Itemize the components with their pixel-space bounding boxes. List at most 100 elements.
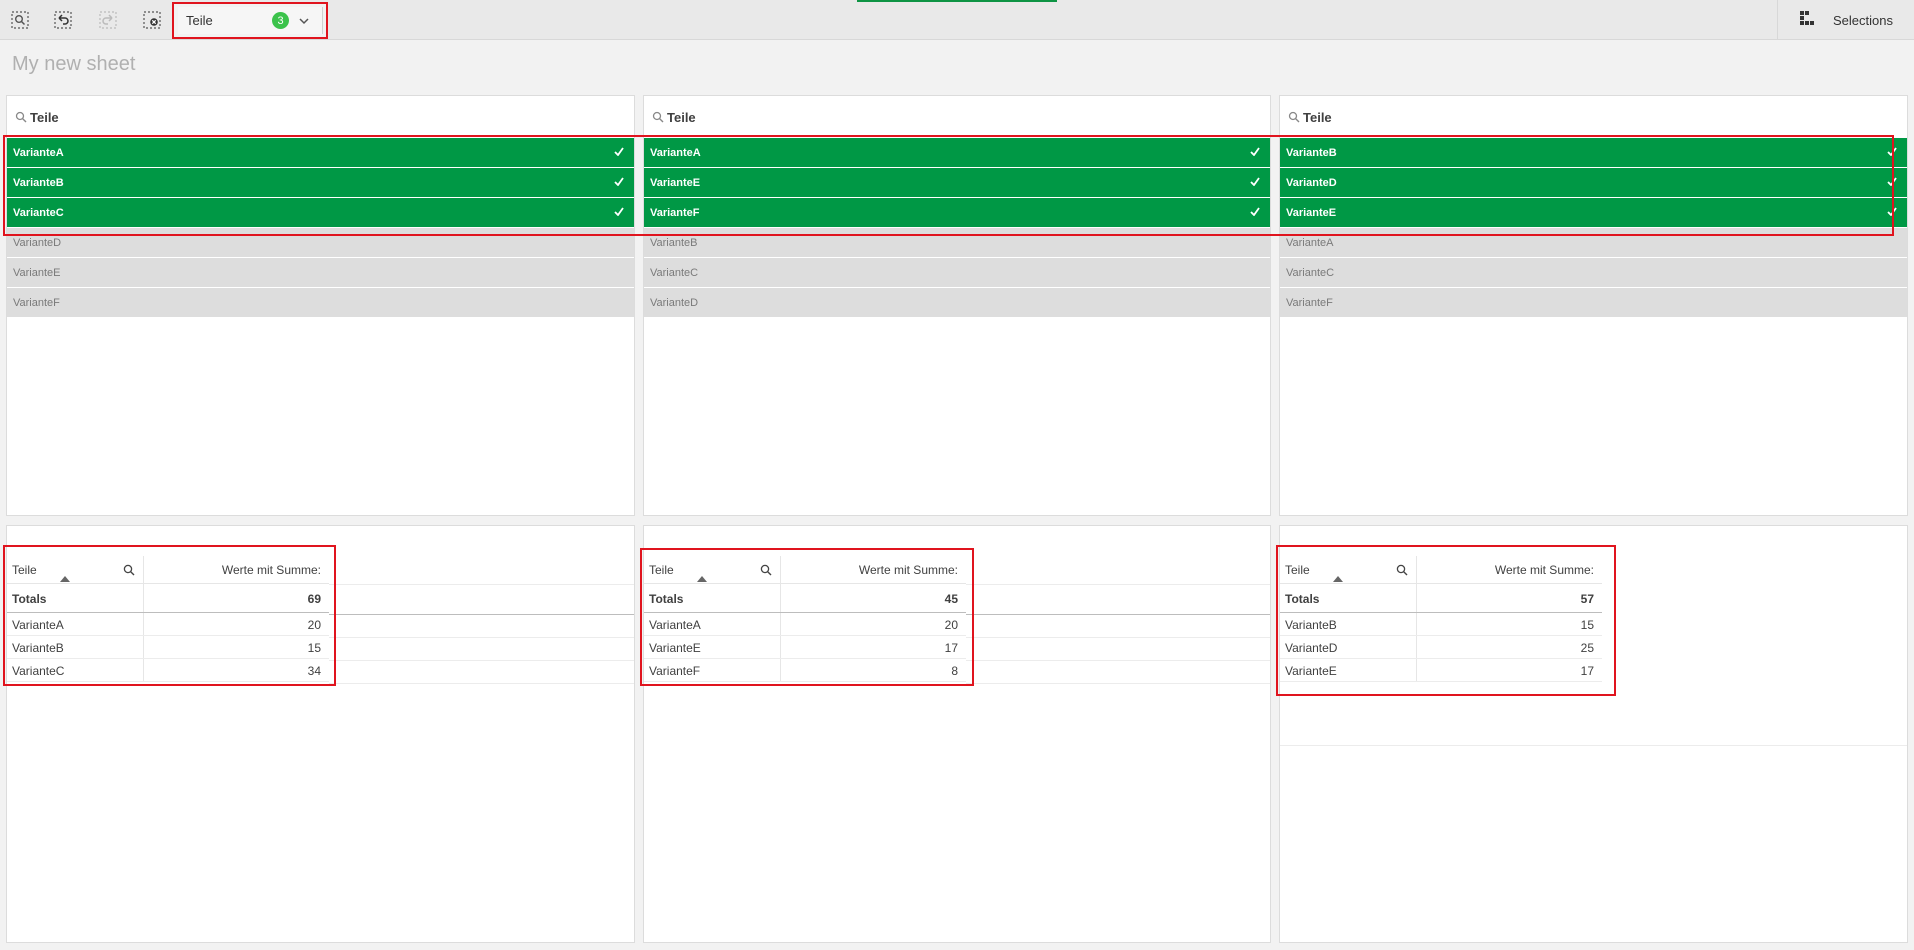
- step-forward-button[interactable]: [96, 8, 120, 32]
- table-row[interactable]: VarianteC 34: [7, 659, 329, 682]
- totals-label: Totals: [12, 592, 47, 606]
- list-item-excluded[interactable]: VarianteF: [1280, 288, 1907, 317]
- row-measure-cell: 25: [1580, 641, 1594, 655]
- list-item-excluded[interactable]: VarianteD: [7, 228, 634, 257]
- checkmark-icon: [1250, 207, 1260, 216]
- smart-search-icon: [11, 11, 29, 29]
- list-item-selected[interactable]: VarianteE: [1280, 198, 1907, 227]
- measure-header[interactable]: Werte mit Summe:: [859, 563, 958, 577]
- list-item-excluded[interactable]: VarianteC: [644, 258, 1270, 287]
- table-row[interactable]: VarianteE 17: [1280, 659, 1602, 682]
- totals-value: 45: [944, 592, 958, 606]
- selection-count-badge: 3: [272, 12, 289, 29]
- list-item-selected[interactable]: VarianteC: [7, 198, 634, 227]
- sort-ascending-icon[interactable]: [60, 576, 70, 582]
- filter-pane-title: Teile: [1303, 109, 1332, 125]
- filter-pane-1: Teile VarianteA VarianteB VarianteC Vari…: [6, 95, 635, 516]
- chevron-down-icon[interactable]: [299, 17, 309, 25]
- measure-header[interactable]: Werte mit Summe:: [222, 563, 321, 577]
- filter-pane-header[interactable]: Teile: [644, 96, 1270, 138]
- list-item-excluded[interactable]: VarianteC: [1280, 258, 1907, 287]
- step-forward-icon: [99, 11, 117, 29]
- totals-label: Totals: [1285, 592, 1320, 606]
- search-icon: [652, 111, 664, 123]
- row-measure-cell: 17: [1580, 664, 1594, 678]
- row-dimension-cell: VarianteF: [649, 664, 701, 678]
- column-search-icon[interactable]: [1396, 564, 1408, 576]
- dimension-header[interactable]: Teile: [649, 563, 674, 577]
- list-item-label: VarianteD: [1286, 176, 1337, 189]
- list-item-label: VarianteB: [650, 236, 698, 249]
- totals-value: 57: [1580, 592, 1594, 606]
- filter-pane-header[interactable]: Teile: [7, 96, 634, 138]
- list-item-label: VarianteC: [13, 206, 64, 219]
- list-item-selected[interactable]: VarianteB: [7, 168, 634, 197]
- table-panel-1: Teile Werte mit Summe: Totals 69 Variant…: [6, 525, 635, 943]
- list-item-selected[interactable]: VarianteF: [644, 198, 1270, 227]
- list-item-selected[interactable]: VarianteD: [1280, 168, 1907, 197]
- row-dimension-cell: VarianteA: [12, 618, 64, 632]
- list-item-label: VarianteB: [1286, 146, 1337, 159]
- filter-pane-3: Teile VarianteB VarianteD VarianteE Vari…: [1279, 95, 1908, 516]
- straight-table: Teile Werte mit Summe: Totals 69 Variant…: [7, 556, 329, 682]
- filter-pane-2: Teile VarianteA VarianteE VarianteF Vari…: [643, 95, 1271, 516]
- list-item-label: VarianteA: [1286, 236, 1334, 249]
- column-search-icon[interactable]: [760, 564, 772, 576]
- list-item-selected[interactable]: VarianteB: [1280, 138, 1907, 167]
- sheet-title: My new sheet: [12, 53, 136, 75]
- sort-ascending-icon[interactable]: [697, 576, 707, 582]
- list-item-excluded[interactable]: VarianteA: [1280, 228, 1907, 257]
- table-row[interactable]: VarianteE 17: [644, 636, 966, 659]
- selections-tool-button[interactable]: Selections: [1777, 0, 1914, 40]
- dimension-header[interactable]: Teile: [12, 563, 37, 577]
- sort-ascending-icon[interactable]: [1333, 576, 1343, 582]
- table-header: Teile Werte mit Summe:: [1280, 556, 1602, 584]
- table-row[interactable]: VarianteA 20: [7, 613, 329, 636]
- row-measure-cell: 17: [944, 641, 958, 655]
- filter-pane-title: Teile: [667, 109, 696, 125]
- table-row[interactable]: VarianteB 15: [7, 636, 329, 659]
- list-item-label: VarianteA: [650, 146, 701, 159]
- dimension-header[interactable]: Teile: [1285, 563, 1310, 577]
- table-row[interactable]: VarianteD 25: [1280, 636, 1602, 659]
- list-item-label: VarianteC: [1286, 266, 1335, 279]
- checkmark-icon: [1250, 147, 1260, 156]
- table-header: Teile Werte mit Summe:: [644, 556, 966, 584]
- current-selection-chip[interactable]: Teile 3: [172, 2, 328, 39]
- table-panel-3: Teile Werte mit Summe: Totals 57 Variant…: [1279, 525, 1908, 943]
- list-item-label: VarianteE: [650, 176, 701, 189]
- list-item-excluded[interactable]: VarianteB: [644, 228, 1270, 257]
- row-dimension-cell: VarianteD: [1285, 641, 1338, 655]
- row-dimension-cell: VarianteA: [649, 618, 701, 632]
- checkmark-icon: [1887, 207, 1897, 216]
- list-item-label: VarianteE: [1286, 206, 1337, 219]
- table-row[interactable]: VarianteF 8: [644, 659, 966, 682]
- row-dimension-cell: VarianteB: [1285, 618, 1337, 632]
- list-item-excluded[interactable]: VarianteF: [7, 288, 634, 317]
- totals-value: 69: [307, 592, 321, 606]
- step-back-button[interactable]: [51, 8, 75, 32]
- measure-header[interactable]: Werte mit Summe:: [1495, 563, 1594, 577]
- table-row[interactable]: VarianteA 20: [644, 613, 966, 636]
- clear-all-selections-button[interactable]: [140, 8, 164, 32]
- smart-search-button[interactable]: [8, 8, 32, 32]
- list-item-excluded[interactable]: VarianteD: [644, 288, 1270, 317]
- filter-pane-title: Teile: [30, 109, 59, 125]
- list-item-selected[interactable]: VarianteA: [644, 138, 1270, 167]
- checkmark-icon: [1250, 177, 1260, 186]
- list-item-label: VarianteF: [1286, 296, 1333, 309]
- selection-field-name: Teile: [186, 13, 213, 28]
- selections-grid-icon: [1799, 10, 1815, 31]
- list-item-selected[interactable]: VarianteA: [7, 138, 634, 167]
- search-icon: [1288, 111, 1300, 123]
- table-row[interactable]: VarianteB 15: [1280, 613, 1602, 636]
- list-item-selected[interactable]: VarianteE: [644, 168, 1270, 197]
- checkmark-icon: [1887, 177, 1897, 186]
- list-item-label: VarianteC: [650, 266, 699, 279]
- filter-pane-header[interactable]: Teile: [1280, 96, 1907, 138]
- list-item-label: VarianteB: [13, 176, 64, 189]
- list-item-label: VarianteD: [13, 236, 62, 249]
- list-item-excluded[interactable]: VarianteE: [7, 258, 634, 287]
- column-search-icon[interactable]: [123, 564, 135, 576]
- totals-row: Totals 69: [7, 584, 329, 613]
